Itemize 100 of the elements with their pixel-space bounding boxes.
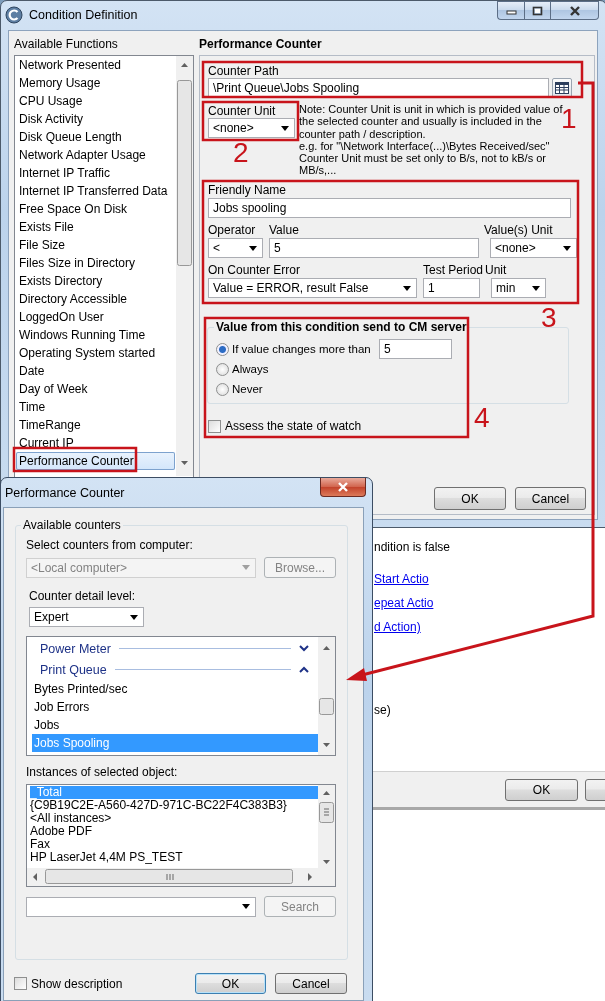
radio-button[interactable]: Always — [216, 362, 269, 376]
radio-button[interactable]: Never — [216, 382, 263, 396]
list-item[interactable]: Current IP — [16, 434, 175, 452]
field-label: Counter Unit — [208, 104, 277, 118]
window-title: Performance Counter — [5, 486, 125, 500]
link[interactable]: d Action) — [374, 620, 421, 634]
section-title: Performance Counter — [199, 37, 323, 53]
maximize-button[interactable] — [524, 1, 551, 20]
list-item[interactable]: Files Size in Directory — [16, 254, 175, 272]
callout-number: 2 — [233, 138, 249, 168]
close-icon — [337, 482, 349, 492]
list-item[interactable]: TimeRange — [16, 416, 175, 434]
caret-icon — [242, 565, 250, 570]
close-button[interactable] — [320, 478, 366, 497]
dropdown[interactable]: < — [208, 238, 263, 258]
list-item[interactable]: Network Adapter Usage — [16, 146, 175, 164]
app-icon — [5, 6, 23, 24]
list-item[interactable]: Adobe PDF — [30, 825, 318, 838]
list-item[interactable]: CPU Usage — [16, 92, 175, 110]
text-field[interactable]: 1 — [423, 278, 480, 298]
checkbox[interactable]: Show description — [14, 976, 123, 991]
dropdown[interactable]: <none> — [208, 118, 295, 138]
field-label: Operator — [208, 223, 257, 237]
dropdown[interactable]: Expert — [29, 607, 144, 627]
list-item[interactable]: Day of Week — [16, 380, 175, 398]
field-label: Instances of selected object: — [26, 765, 179, 779]
list-item[interactable]: Internet IP Traffic — [16, 164, 175, 182]
text-field[interactable]: Jobs spooling — [208, 198, 571, 218]
list-item[interactable]: {C9B19C2E-A560-427D-971C-BC22F4C383B3} — [30, 799, 318, 812]
caret-icon — [403, 285, 411, 291]
list-item[interactable]: Operating System started — [16, 344, 175, 362]
field-label: Value(s) Unit — [484, 223, 553, 237]
text-field[interactable]: 5 — [269, 238, 479, 258]
list-item[interactable]: Memory Usage — [16, 74, 175, 92]
callout-number: 4 — [474, 403, 490, 433]
list-item[interactable]: Windows Running Time — [16, 326, 175, 344]
table-icon — [555, 82, 569, 94]
list-item[interactable]: Performance Counter — [16, 452, 175, 470]
dropdown[interactable]: min — [491, 278, 546, 298]
category-header[interactable]: Power Meter — [40, 641, 111, 656]
field-label: Counter Path — [208, 64, 280, 78]
caret-icon — [130, 614, 138, 620]
chevron-down-icon[interactable] — [299, 645, 309, 652]
vertical-scrollbar[interactable] — [318, 785, 335, 868]
field-label: On Counter Error — [208, 263, 302, 277]
field-label: Counter detail level: — [29, 589, 137, 603]
ok-button[interactable]: OK — [434, 487, 506, 510]
group-box: Available counters Select counters from computer: <Local computer> Browse... Counter detail level: Expert Power Meter Print Queue Bytes Printed/sec Job Errors Jobs Jobs Spooling Instances of selected object: _Total {C9B19C2E-A560-427D-971C-BC22F4C383B3} <All instances> Adobe PDF Fax HP LaserJet 4,4M PS_TEST Search — [15, 518, 348, 960]
category-header[interactable]: Print Queue — [40, 662, 107, 677]
maximize-icon — [532, 5, 543, 16]
field-label: Value — [269, 223, 300, 237]
cancel-button[interactable]: Cancel — [515, 487, 586, 510]
note-text: Note: Counter Unit is unit in which is provided value of the selected counter and usually is included in the counter path / description. e.g. for "\Network Interface(...)\Bytes Received/sec" Counter Unit must be set only to B/s, not to kB/s or MB/s,... — [299, 103, 563, 177]
horizontal-scrollbar[interactable] — [27, 868, 335, 886]
text-field[interactable]: \Print Queue\Jobs Spooling — [208, 78, 549, 98]
caret-icon — [532, 285, 540, 291]
link[interactable]: epeat Actio — [374, 596, 434, 610]
cancel-button[interactable]: Cancel — [275, 973, 347, 994]
list-item[interactable]: Network Presented — [16, 56, 175, 74]
list-item[interactable]: <All instances> — [30, 812, 318, 825]
list-item[interactable]: Bytes Printed/sec — [32, 680, 318, 698]
field-label: Unit — [485, 263, 507, 277]
browse-button[interactable] — [552, 78, 572, 98]
field-label: Test Period — [423, 263, 485, 277]
section-label: Available Functions — [14, 37, 119, 53]
body-text: ndition is false — [374, 540, 451, 554]
window-title: Condition Definition — [29, 8, 138, 22]
list-item[interactable]: Disk Activity — [16, 110, 175, 128]
list-item[interactable]: Time — [16, 398, 175, 416]
list-item[interactable]: HP LaserJet 4,4M PS_TEST — [30, 851, 318, 864]
caret-icon — [563, 245, 571, 251]
list-item[interactable]: Exists File — [16, 218, 175, 236]
list-item[interactable]: Disk Queue Length — [16, 128, 175, 146]
minimize-button[interactable] — [497, 1, 524, 20]
list-item[interactable]: Job Errors — [32, 698, 318, 716]
text-field[interactable]: 5 — [379, 339, 452, 359]
field-label: Select counters from computer: — [26, 538, 194, 552]
chevron-up-icon[interactable] — [299, 666, 309, 673]
list-item[interactable]: Exists Directory — [16, 272, 175, 290]
link[interactable]: Start Actio — [374, 572, 429, 586]
vertical-scrollbar[interactable] — [318, 637, 335, 755]
dropdown[interactable]: <none> — [490, 238, 577, 258]
close-icon — [568, 5, 581, 16]
caret-icon — [242, 904, 250, 909]
list-item[interactable]: Fax — [30, 838, 318, 851]
radio-button[interactable]: If value changes more than — [216, 342, 371, 356]
list-item[interactable]: Jobs — [32, 716, 318, 734]
list-item[interactable]: Date — [16, 362, 175, 380]
list-item[interactable]: File Size — [16, 236, 175, 254]
close-button[interactable] — [551, 1, 599, 20]
list-item[interactable]: LoggedOn User — [16, 308, 175, 326]
list-item[interactable]: Internet IP Transferred Data — [16, 182, 175, 200]
ok-button[interactable]: OK — [195, 973, 266, 994]
caret-icon — [249, 245, 257, 251]
field-label: Friendly Name — [208, 183, 288, 197]
ok-button[interactable]: OK — [505, 778, 578, 801]
list-item[interactable]: Free Space On Disk — [16, 200, 175, 218]
dropdown[interactable]: Value = ERROR, result False — [208, 278, 417, 298]
list-item[interactable]: Directory Accessible — [16, 290, 175, 308]
caret-icon — [281, 125, 289, 131]
